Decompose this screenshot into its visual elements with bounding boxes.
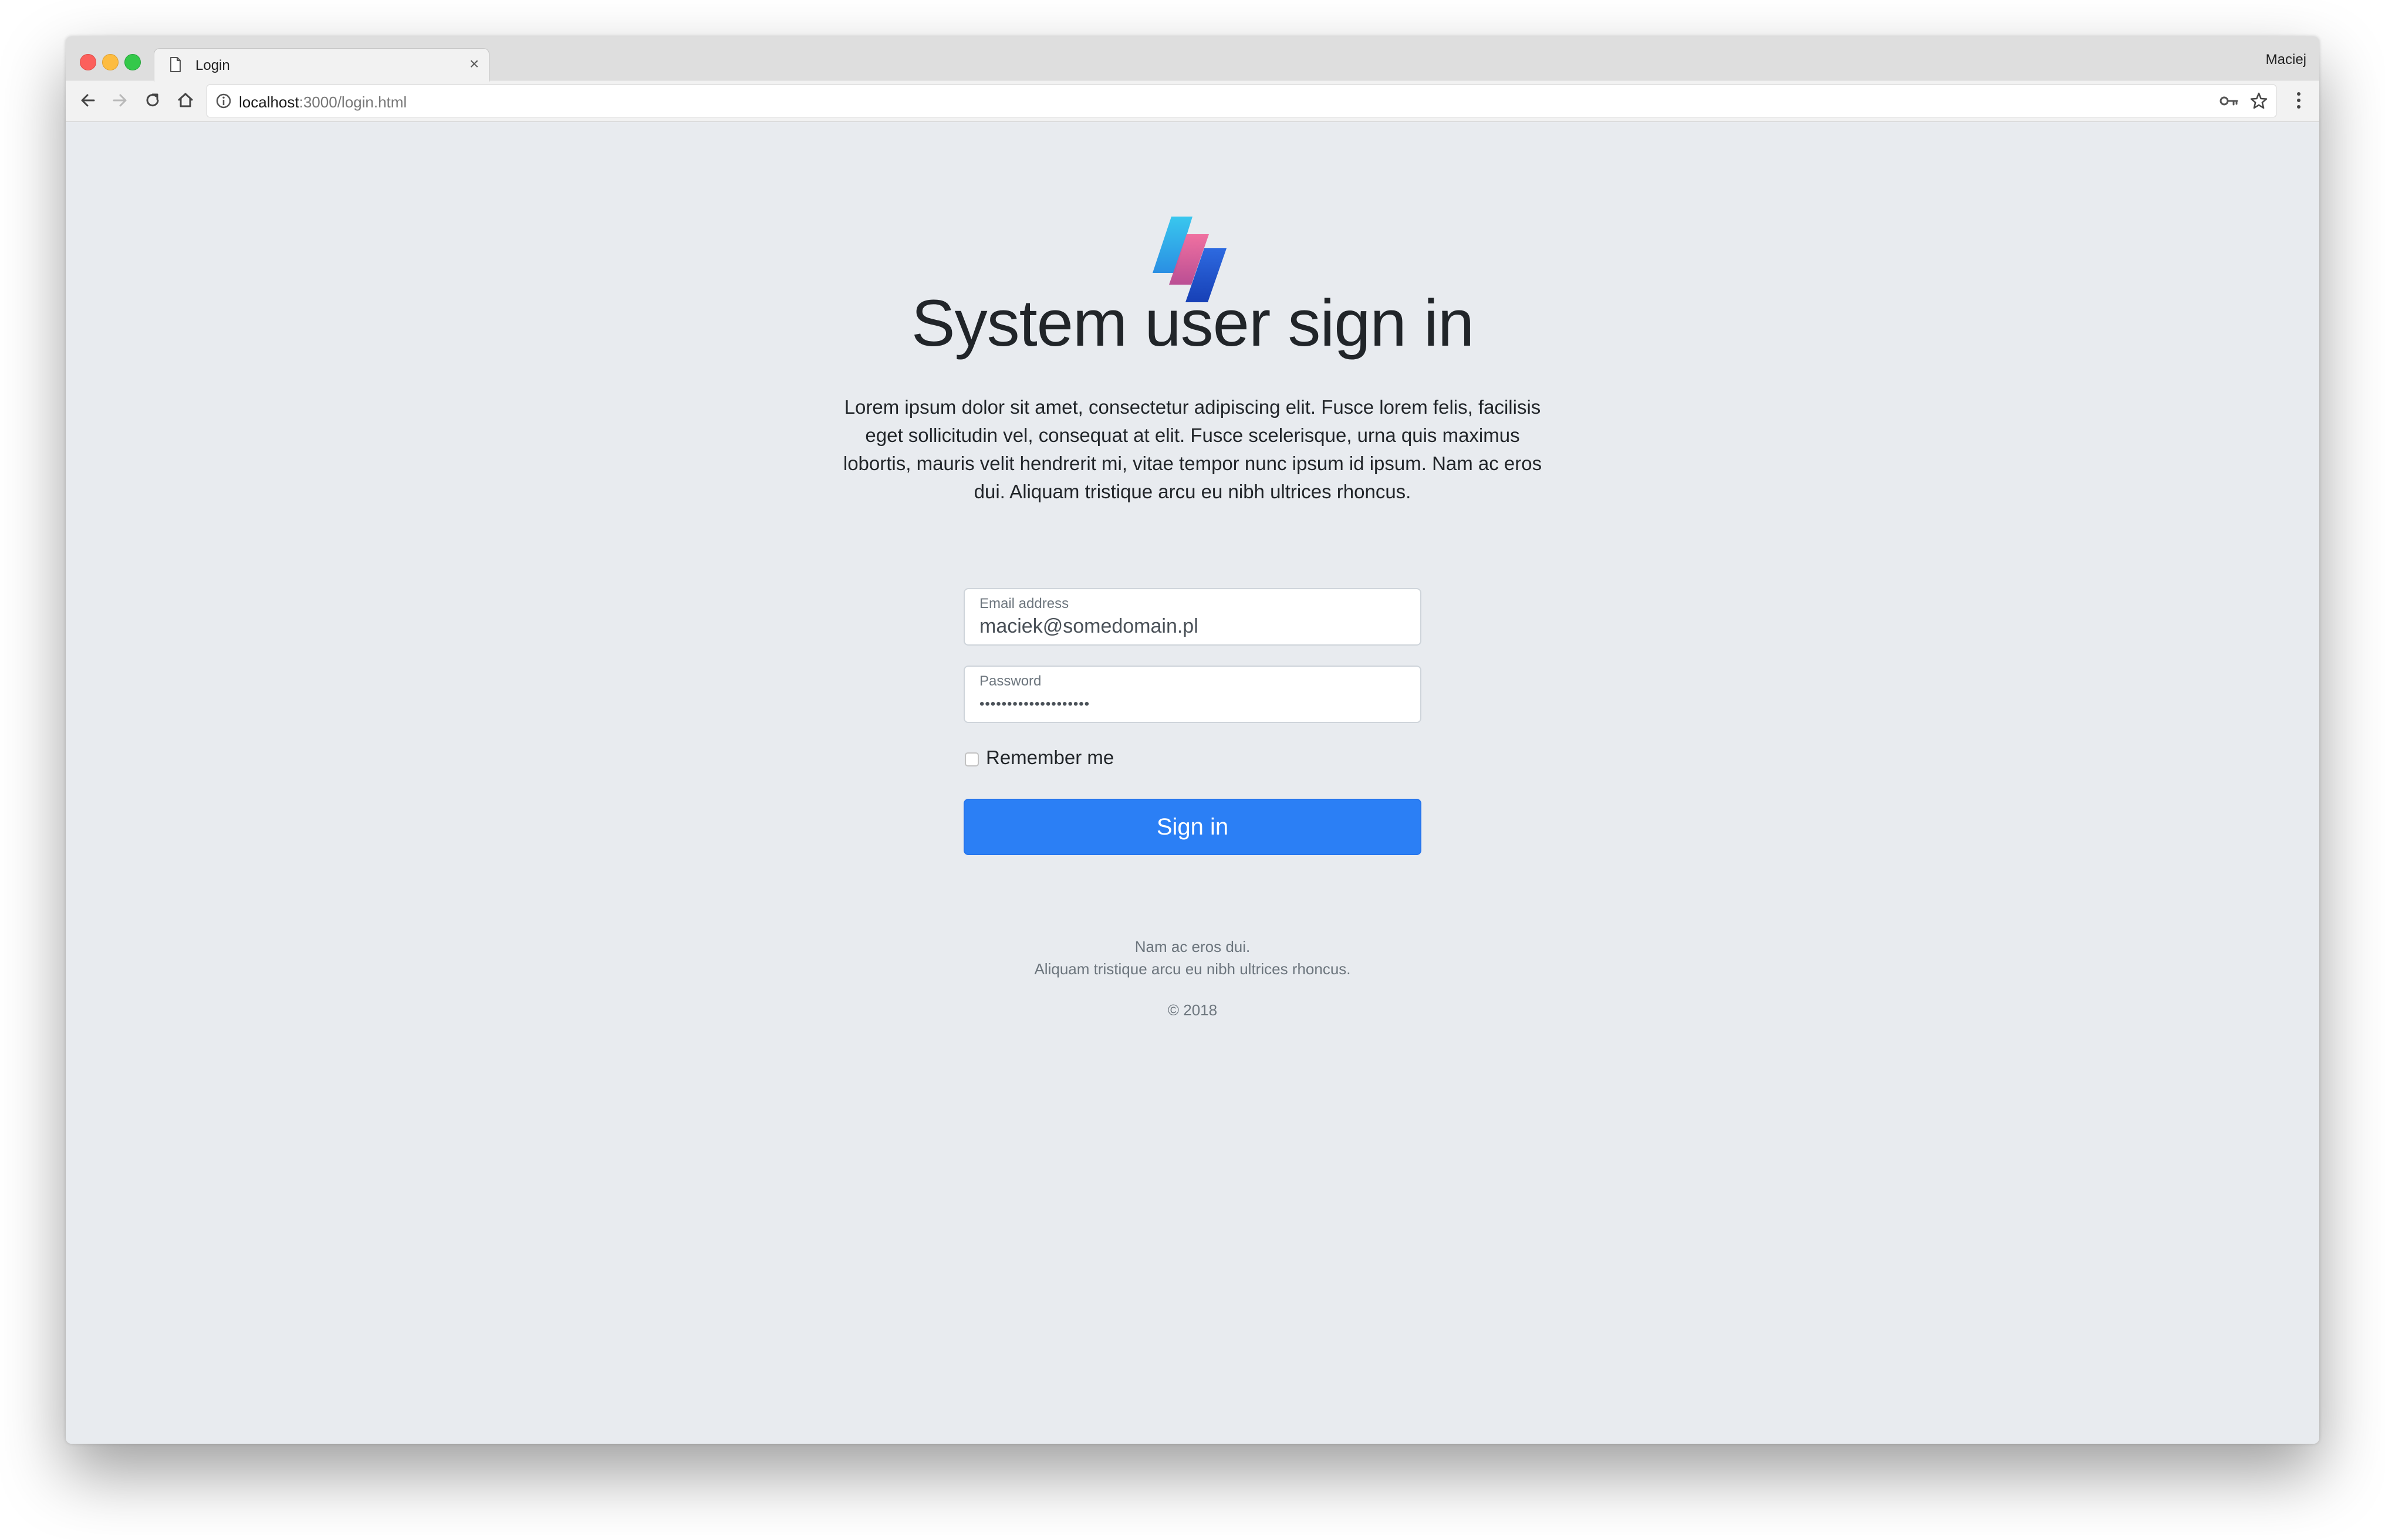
url-host: localhost: [239, 93, 299, 111]
star-icon[interactable]: [2249, 92, 2268, 113]
profile-name[interactable]: Maciej: [2266, 52, 2306, 68]
remember-me-checkbox[interactable]: [965, 752, 979, 766]
close-window-button[interactable]: [80, 54, 96, 70]
page-description: Lorem ipsum dolor sit amet, consectetur …: [843, 396, 1542, 502]
menu-dots-icon[interactable]: [2296, 90, 2302, 113]
page-content: System user sign in Lorem ipsum dolor si…: [66, 122, 2319, 1444]
password-label: Password: [979, 673, 1042, 689]
tab-strip: Login × Maciej: [66, 36, 2319, 82]
minimize-window-button[interactable]: [102, 54, 119, 70]
password-field[interactable]: Password ••••••••••••••••••••: [964, 666, 1421, 723]
footer-line-1: Nam ac eros dui.: [1134, 938, 1251, 955]
tab-login[interactable]: Login ×: [154, 48, 489, 82]
address-bar[interactable]: localhost:3000/login.html: [207, 85, 2276, 117]
email-label: Email address: [979, 596, 1069, 612]
document-icon: [170, 57, 181, 75]
back-arrow-icon[interactable]: [76, 89, 100, 112]
key-icon[interactable]: [2219, 93, 2239, 112]
email-field[interactable]: Email address maciek@somedomain.pl: [964, 588, 1421, 646]
page-title: System user sign in: [911, 286, 1474, 360]
forward-arrow-icon[interactable]: [108, 89, 131, 112]
email-input[interactable]: maciek@somedomain.pl: [979, 615, 1198, 638]
browser-window: Login × Maciej localhost:3000/login.html…: [66, 36, 2319, 1444]
tab-title: Login: [195, 58, 230, 73]
browser-toolbar: localhost:3000/login.html: [66, 80, 2319, 122]
footer-line-2: Aliquam tristique arcu eu nibh ultrices …: [1034, 960, 1351, 978]
remember-me-label[interactable]: Remember me: [986, 747, 1114, 769]
close-icon[interactable]: ×: [465, 55, 483, 73]
footer-copyright: © 2018: [1167, 1001, 1218, 1019]
info-icon[interactable]: [215, 93, 232, 112]
home-icon[interactable]: [174, 89, 197, 112]
password-input[interactable]: ••••••••••••••••••••: [979, 696, 1090, 712]
url-text: localhost:3000/login.html: [239, 93, 407, 112]
reload-icon[interactable]: [141, 89, 164, 112]
sign-in-button[interactable]: Sign in: [964, 799, 1421, 855]
maximize-window-button[interactable]: [124, 54, 141, 70]
url-path: :3000/login.html: [299, 93, 407, 111]
